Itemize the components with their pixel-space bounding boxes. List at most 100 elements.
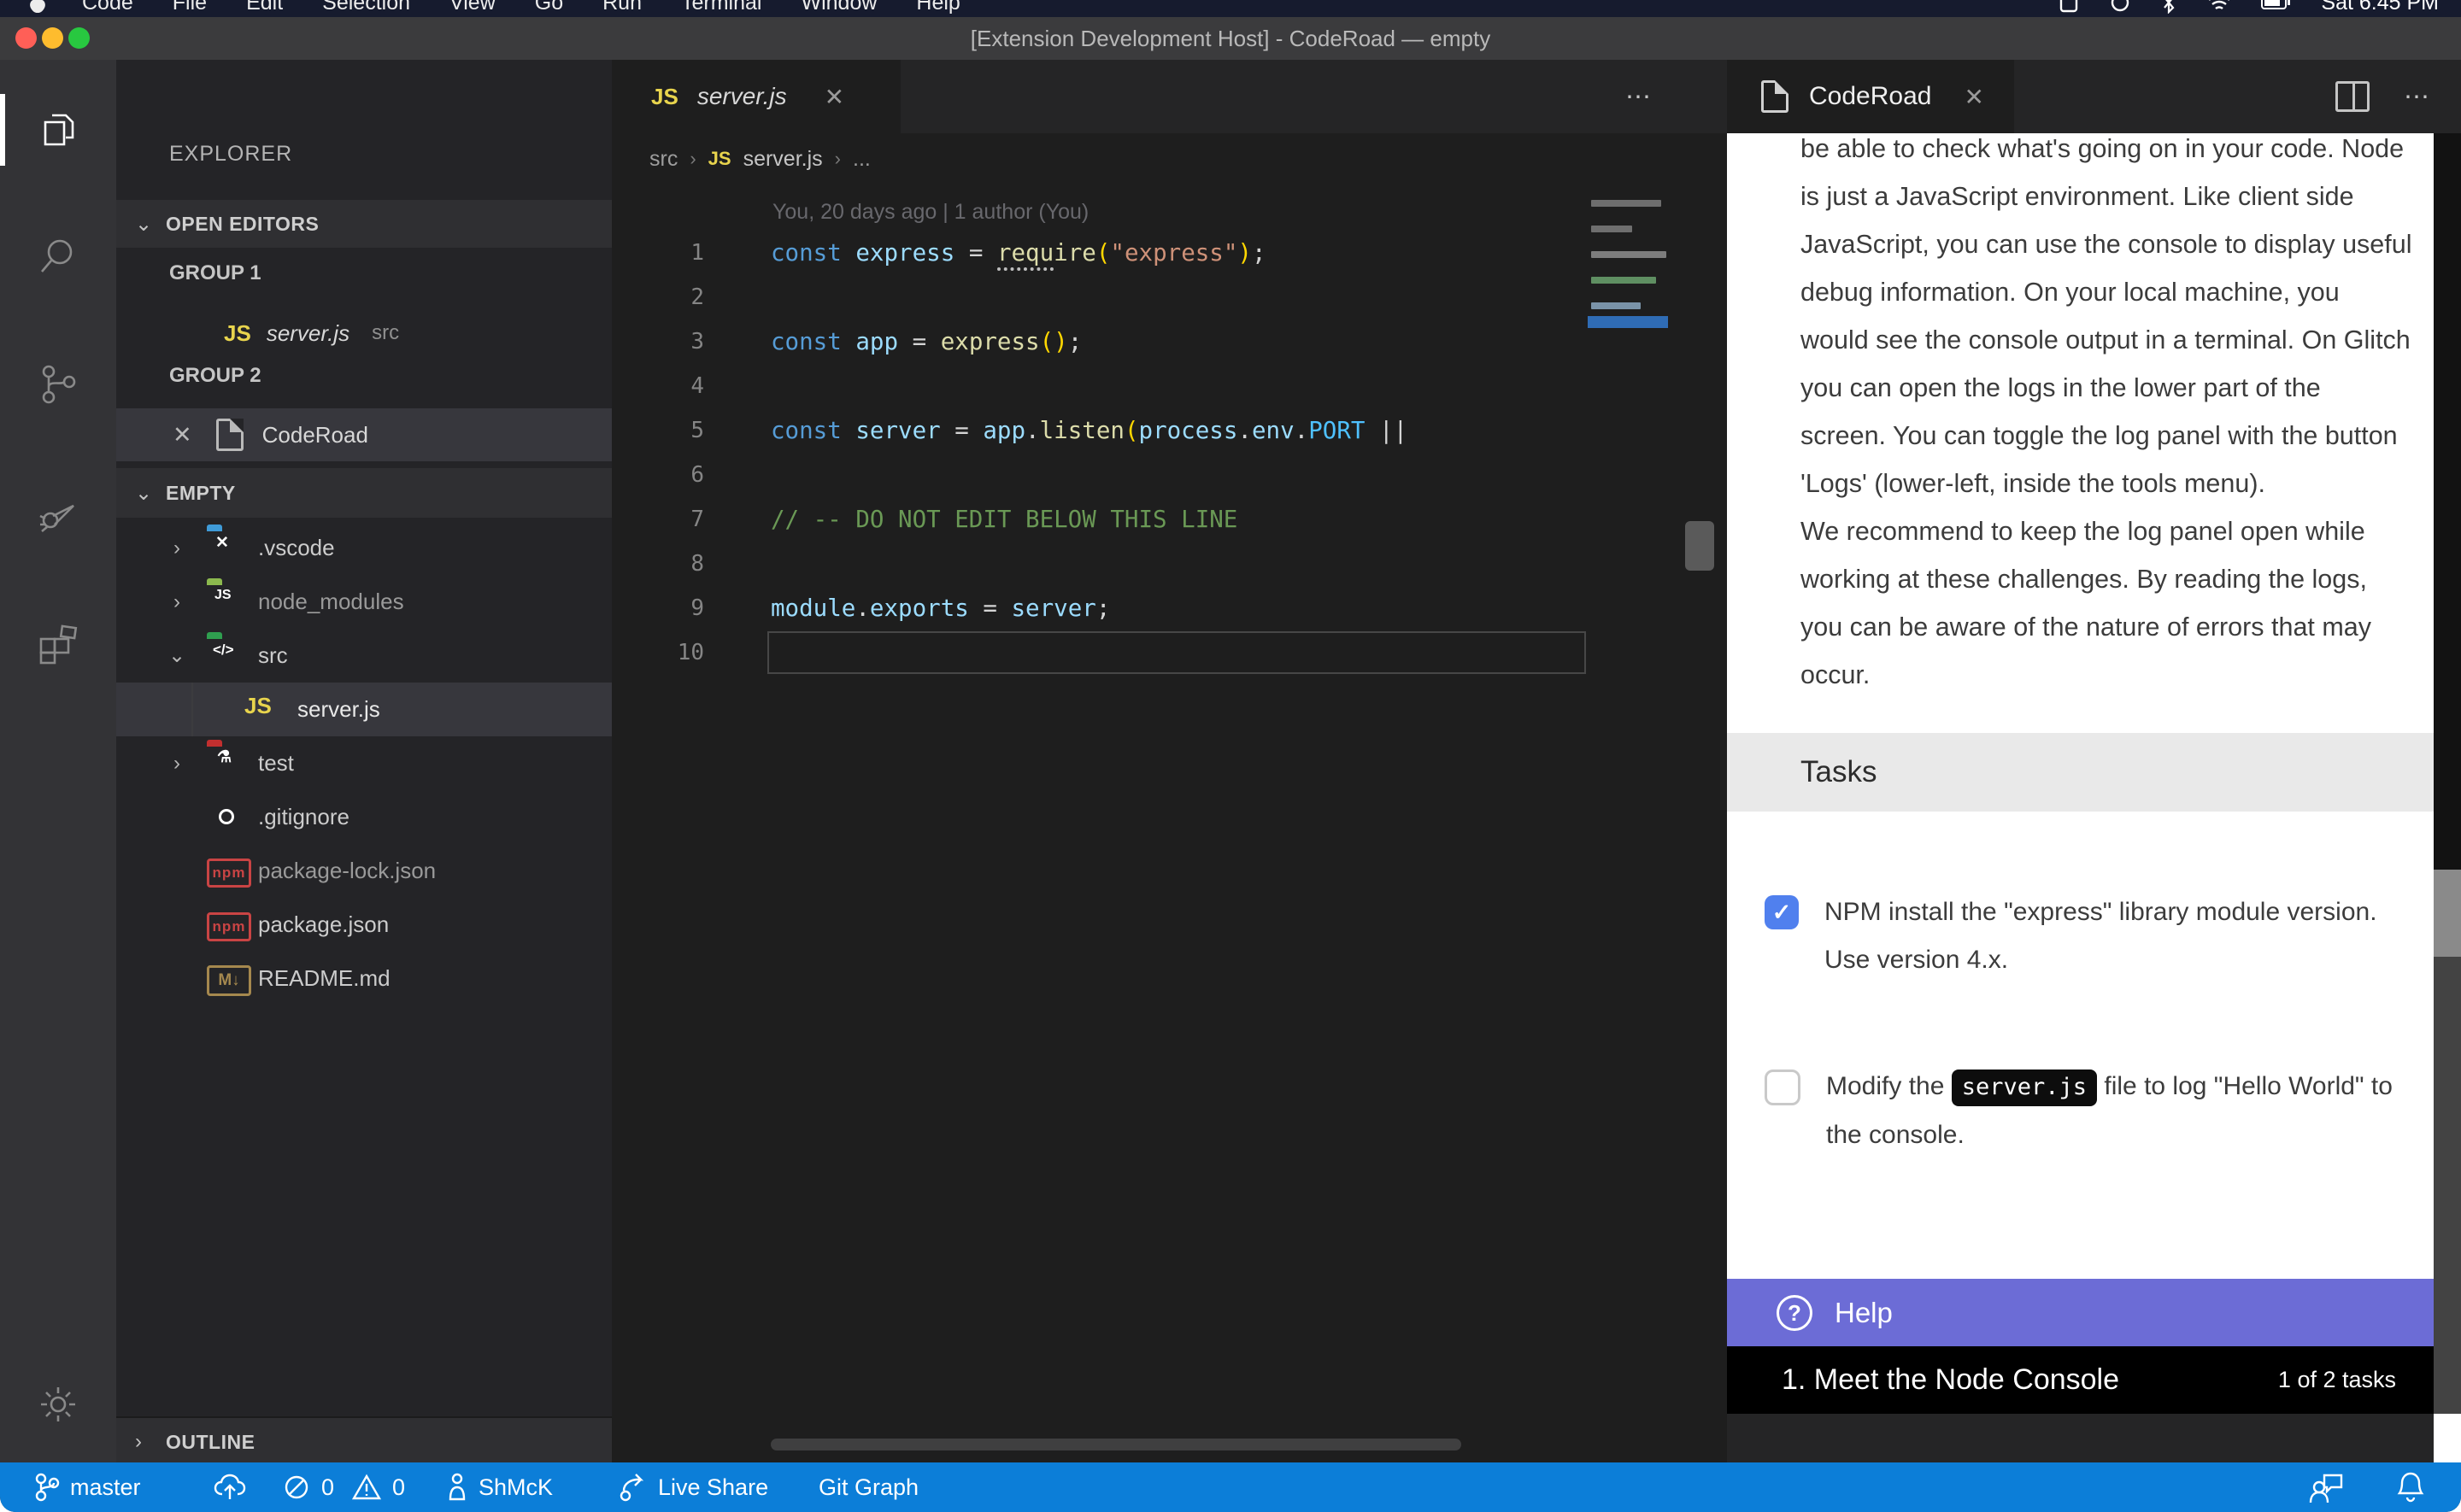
code-line-1[interactable]: 1const express = require("express"); — [612, 231, 1727, 275]
menu-go[interactable]: Go — [535, 0, 563, 15]
editor-vertical-scrollbar[interactable] — [1685, 521, 1714, 571]
publish-changes-icon[interactable] — [214, 1462, 246, 1512]
vscode-window: Code File Edit Selection View Go Run Ter… — [0, 0, 2461, 1512]
menubar-clock[interactable]: Sat 6:45 PM — [2321, 0, 2439, 15]
explorer-icon[interactable] — [0, 89, 116, 171]
tree-item-vscode[interactable]: › ✕ .vscode — [116, 521, 612, 575]
scrollbar-thumb[interactable] — [2434, 870, 2461, 957]
battery-icon[interactable] — [2261, 0, 2292, 11]
menu-run[interactable]: Run — [602, 0, 642, 15]
npm-icon: npm — [207, 912, 244, 946]
menubar-status-icon[interactable] — [2058, 0, 2080, 14]
menu-view[interactable]: View — [449, 0, 496, 15]
code-line-8[interactable]: 8 — [612, 542, 1727, 586]
tree-item-src[interactable]: ⌄ </> src — [116, 629, 612, 683]
settings-gear-icon[interactable] — [0, 1370, 116, 1439]
editor-more-actions-icon[interactable]: ⋯ — [1625, 60, 1653, 133]
menu-code[interactable]: Code — [82, 0, 133, 15]
run-and-debug-icon[interactable] — [0, 472, 116, 554]
code-line-5[interactable]: 5const server = app.listen(process.env.P… — [612, 408, 1727, 453]
code-line-7[interactable]: 7// -- DO NOT EDIT BELOW THIS LINE — [612, 497, 1727, 542]
code-line-6[interactable]: 6 — [612, 453, 1727, 497]
macos-menubar: Code File Edit Selection View Go Run Ter… — [0, 0, 2461, 17]
liveshare-status[interactable]: Live Share — [617, 1462, 768, 1512]
menu-terminal[interactable]: Terminal — [681, 0, 761, 15]
extensions-icon[interactable] — [0, 601, 116, 683]
status-bar: master 0 0 ShMcK Live Share Git Graph — [0, 1462, 2461, 1512]
code-line-4[interactable]: 4 — [612, 364, 1727, 408]
indent-guide — [191, 683, 193, 736]
code-line-2[interactable]: 2 — [612, 275, 1727, 319]
git-icon — [207, 802, 244, 836]
menu-window[interactable]: Window — [801, 0, 877, 15]
gitlens-blame-annotation[interactable]: You, 20 days ago | 1 author (You) — [772, 195, 1089, 229]
split-editor-icon[interactable] — [2335, 81, 2370, 112]
menu-file[interactable]: File — [173, 0, 207, 15]
menu-edit[interactable]: Edit — [246, 0, 283, 15]
checkbox-unchecked[interactable] — [1765, 1070, 1800, 1105]
bluetooth-icon[interactable] — [2160, 0, 2177, 14]
chevron-right-icon: › — [164, 590, 190, 614]
node-modules-folder-icon: JS — [207, 585, 244, 619]
chevron-right-icon: › — [164, 536, 190, 560]
liveshare-account-status[interactable]: ShMcK — [446, 1462, 553, 1512]
task-text: Modify the server.js file to log "Hello … — [1826, 1063, 2414, 1159]
code-line-10[interactable]: 10 — [612, 630, 1727, 675]
tab-serverjs[interactable]: JS server.js ✕ — [612, 60, 901, 133]
editor-tab-bar: JS server.js ✕ ⋯ — [612, 60, 1727, 133]
tree-item-node-modules[interactable]: › JS node_modules — [116, 575, 612, 629]
outline-section[interactable]: › OUTLINE — [116, 1416, 612, 1462]
tree-item-test[interactable]: › ⚗ test — [116, 736, 612, 790]
open-editor-serverjs[interactable]: JS server.js src — [116, 308, 612, 359]
code-line-3[interactable]: 3const app = express(); — [612, 319, 1727, 364]
open-editors-section[interactable]: ⌄ OPEN EDITORS — [116, 200, 612, 248]
code-line-9[interactable]: 9module.exports = server; — [612, 586, 1727, 630]
errors-warnings-status[interactable]: 0 0 — [282, 1462, 405, 1512]
task-item-1: ✓ NPM install the "express" library modu… — [1765, 888, 2414, 984]
source-control-icon[interactable] — [0, 343, 116, 425]
explorer-sidebar: EXPLORER ⌄ OPEN EDITORS GROUP 1 JS serve… — [116, 60, 612, 1462]
menu-help[interactable]: Help — [916, 0, 960, 15]
wifi-icon[interactable] — [2206, 0, 2232, 13]
git-branch-status[interactable]: master — [34, 1462, 141, 1512]
scrollbar-track-end — [2434, 1414, 2461, 1462]
checkbox-checked[interactable]: ✓ — [1765, 895, 1799, 929]
open-editor-coderoad[interactable]: ✕ CodeRoad — [116, 408, 612, 461]
editor-horizontal-scrollbar[interactable] — [771, 1439, 1461, 1450]
close-tab-icon[interactable]: ✕ — [825, 83, 844, 111]
tree-item-package-json[interactable]: npm package.json — [116, 898, 612, 952]
chevron-right-icon: › — [835, 148, 841, 170]
js-file-icon: JS — [224, 320, 251, 347]
menu-selection[interactable]: Selection — [322, 0, 410, 15]
tab-coderoad[interactable]: CodeRoad ✕ — [1727, 60, 2014, 133]
tree-item-readme[interactable]: M↓ README.md — [116, 952, 612, 1005]
apple-menu-icon[interactable] — [27, 0, 48, 15]
editor-group: JS server.js ✕ ⋯ src › JS server.js › ..… — [612, 60, 1727, 1462]
webview-scrollbar[interactable] — [2434, 133, 2461, 1462]
minimap[interactable] — [1588, 179, 1668, 658]
task-text: NPM install the "express" library module… — [1824, 888, 2414, 984]
breadcrumb-symbol[interactable]: ... — [853, 147, 871, 172]
test-folder-icon: ⚗ — [207, 747, 244, 781]
help-section[interactable]: ? Help — [1727, 1279, 2434, 1346]
feedback-icon[interactable] — [2307, 1462, 2345, 1512]
tree-item-serverjs[interactable]: JS server.js — [116, 683, 612, 736]
search-icon[interactable] — [0, 215, 116, 297]
code-area[interactable]: 1const express = require("express");23co… — [612, 231, 1727, 675]
workspace-section[interactable]: ⌄ EMPTY — [116, 468, 612, 518]
panel-more-actions-icon[interactable]: ⋯ — [2404, 82, 2432, 112]
close-icon[interactable]: ✕ — [173, 422, 192, 448]
tree-item-gitignore[interactable]: .gitignore — [116, 790, 612, 844]
vscode-folder-icon: ✕ — [207, 531, 244, 566]
chevron-down-icon: ⌄ — [164, 643, 190, 668]
git-graph-status[interactable]: Git Graph — [819, 1462, 919, 1512]
inline-code-chip: server.js — [1952, 1070, 2097, 1106]
notifications-bell-icon[interactable] — [2394, 1462, 2427, 1512]
breadcrumb-file[interactable]: server.js — [743, 147, 823, 172]
tree-item-package-lock[interactable]: npm package-lock.json — [116, 844, 612, 898]
src-folder-icon: </> — [207, 639, 244, 673]
breadcrumb-src[interactable]: src — [649, 147, 678, 172]
webview-file-icon — [1761, 80, 1788, 113]
close-tab-icon[interactable]: ✕ — [1964, 83, 1983, 111]
menubar-status-icon[interactable] — [2109, 0, 2131, 14]
